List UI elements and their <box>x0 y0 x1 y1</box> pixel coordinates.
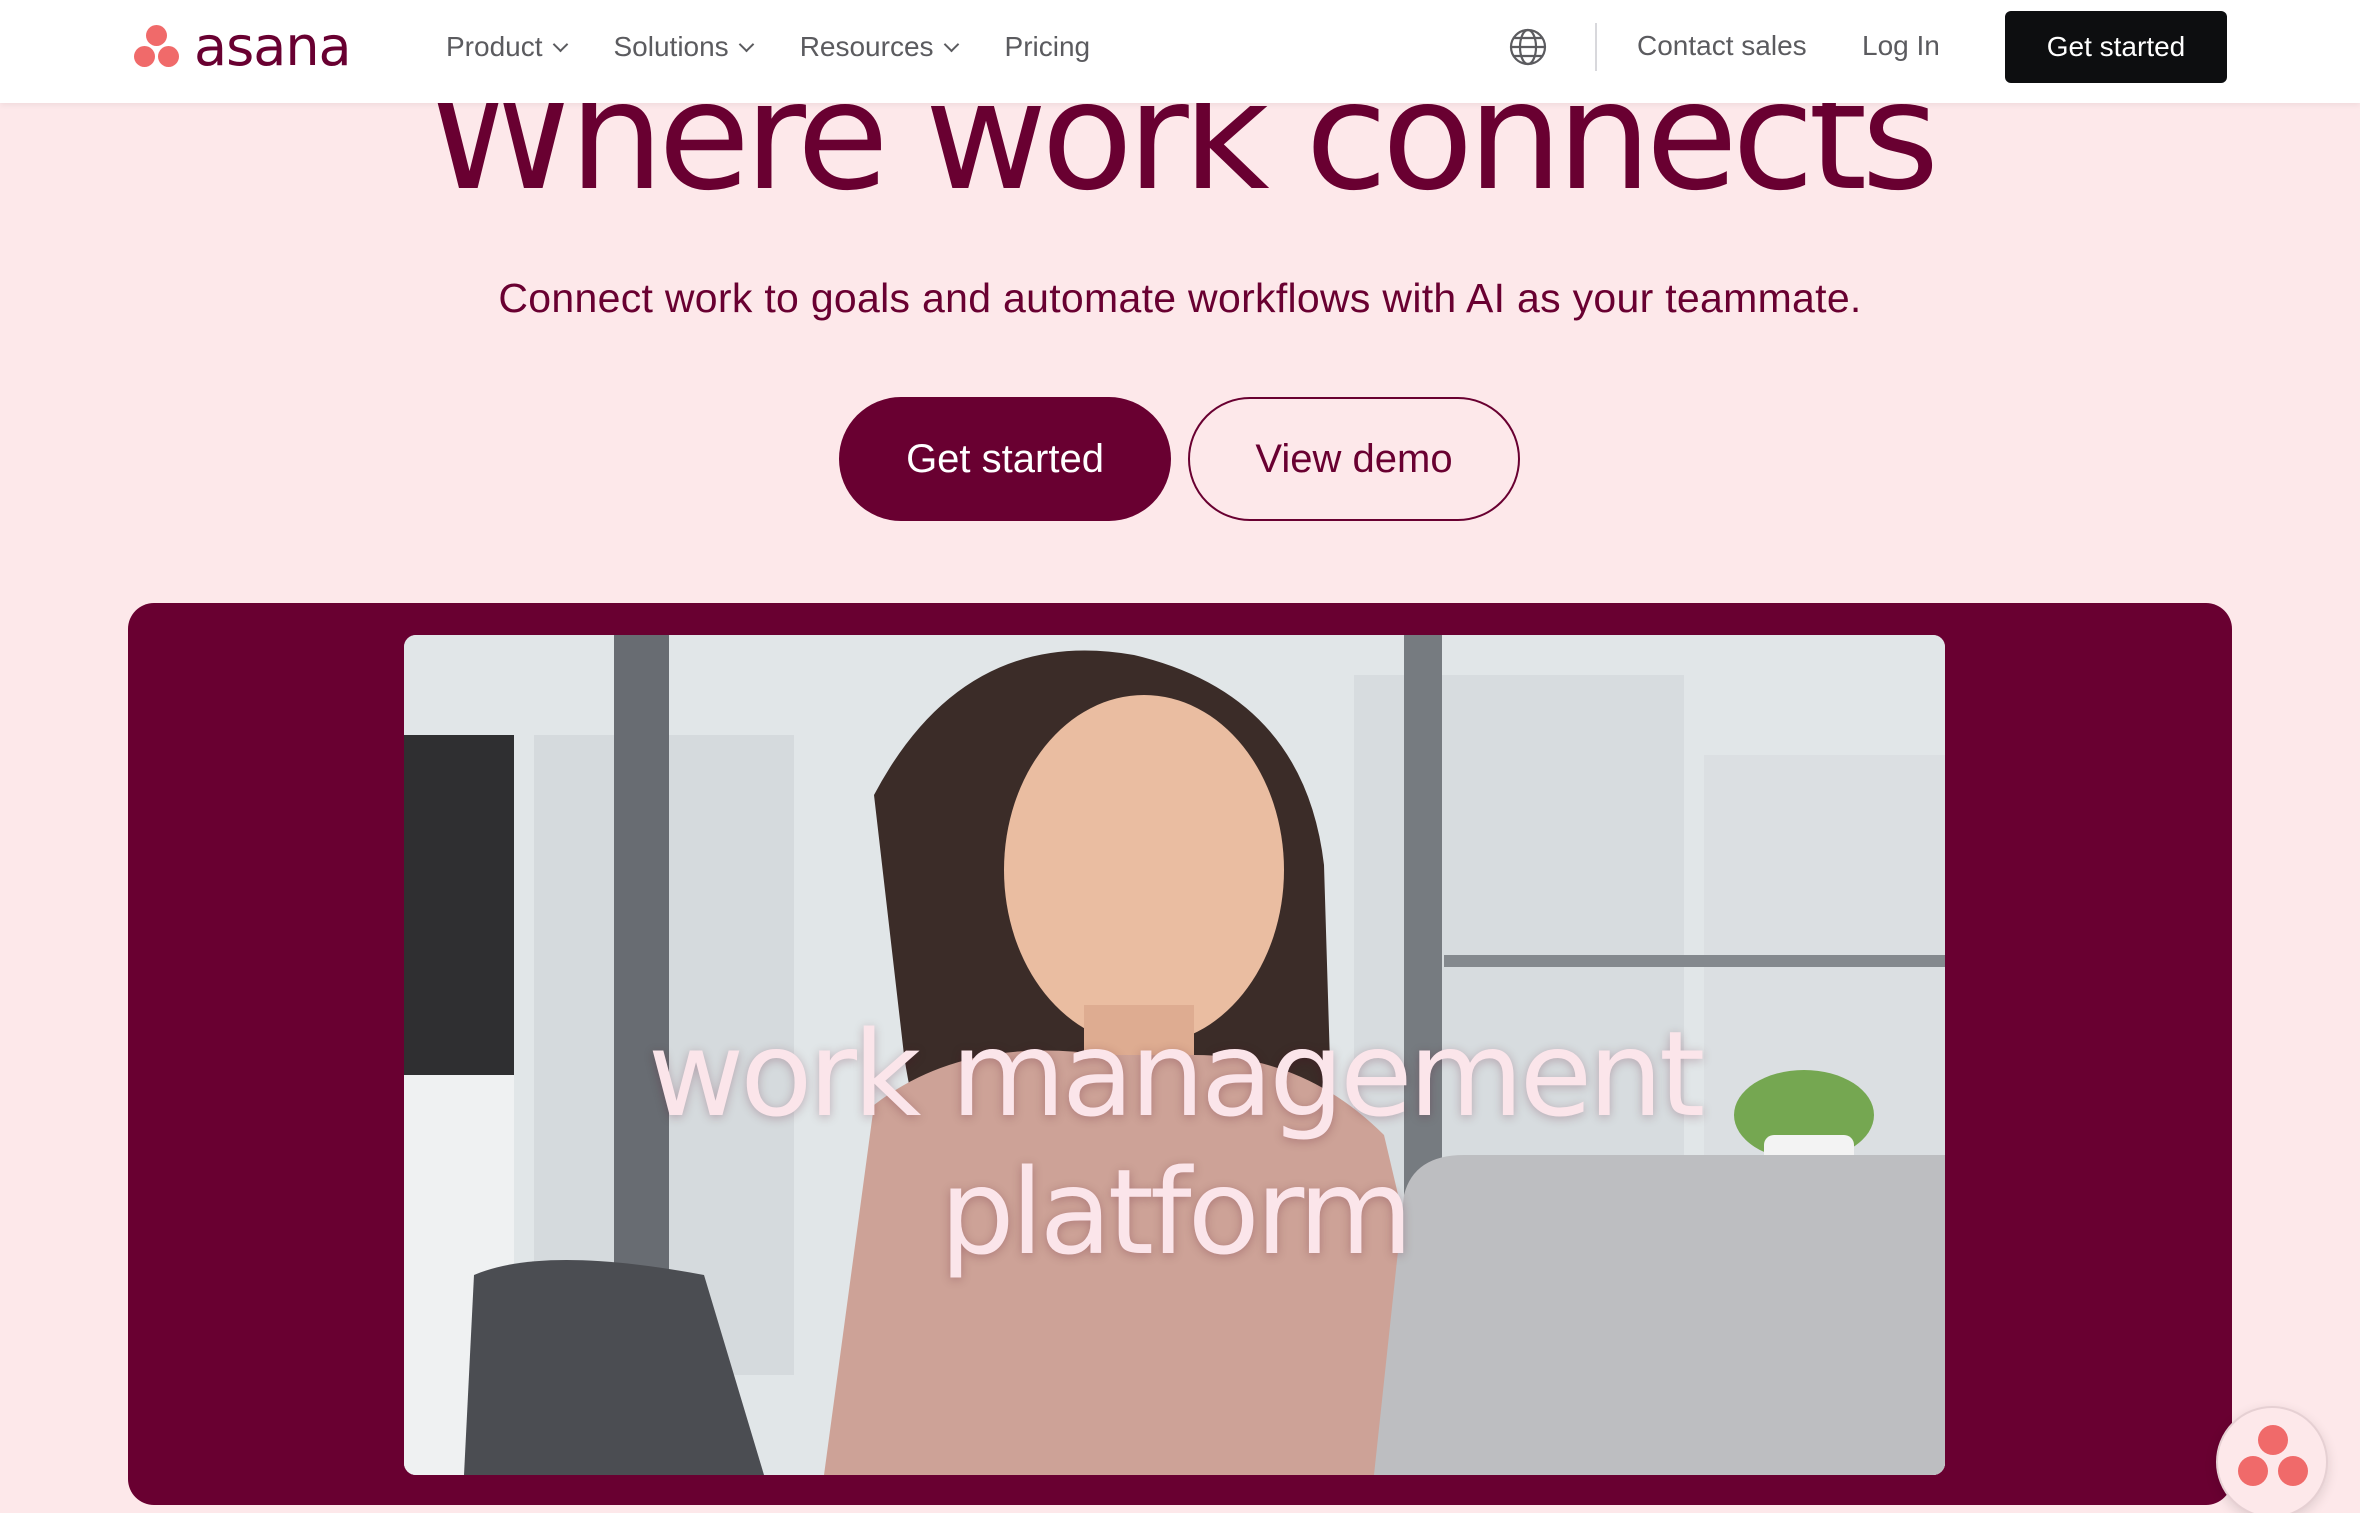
top-navbar: asana Product Solutions Resources Pricin… <box>0 0 2360 103</box>
login-link[interactable]: Log In <box>1862 30 1940 62</box>
nav-item-label: Solutions <box>613 31 729 62</box>
media-panel: work management platform <box>128 603 2232 1505</box>
chevron-down-icon <box>738 36 754 52</box>
globe-icon[interactable] <box>1508 27 1548 67</box>
chevron-down-icon <box>943 36 959 52</box>
view-demo-button[interactable]: View demo <box>1188 397 1520 521</box>
nav-item-product[interactable]: Product <box>446 31 568 63</box>
chevron-down-icon <box>552 36 568 52</box>
nav-item-label: Product <box>446 31 543 62</box>
asana-assistant-button[interactable] <box>2216 1406 2328 1513</box>
asana-logo[interactable]: asana <box>132 15 352 78</box>
nav-item-solutions[interactable]: Solutions <box>613 31 754 63</box>
asana-logo-dot <box>2238 1456 2268 1486</box>
hero-buttons: Get started View demo <box>839 397 1520 521</box>
nav-item-label: Resources <box>799 31 934 62</box>
nav-get-started-button[interactable]: Get started <box>2005 11 2227 83</box>
main-nav: Product Solutions Resources Pricing <box>446 25 1138 69</box>
asana-logo-dot <box>2278 1456 2308 1486</box>
nav-item-resources[interactable]: Resources <box>799 31 959 63</box>
video-caption: work management platform <box>647 1005 1706 1281</box>
hero-video[interactable]: work management platform <box>404 635 1945 1475</box>
asana-logo-dot <box>2258 1425 2288 1455</box>
nav-right-group: Contact sales Log In Get started <box>1460 0 2360 103</box>
logo-wordmark: asana <box>194 15 352 78</box>
get-started-button[interactable]: Get started <box>839 397 1171 521</box>
hero-subtitle: Connect work to goals and automate workf… <box>498 275 1862 321</box>
asana-logo-icon <box>132 24 182 70</box>
nav-item-label: Pricing <box>1004 31 1091 62</box>
nav-divider <box>1595 23 1597 71</box>
contact-sales-link[interactable]: Contact sales <box>1637 30 1807 62</box>
nav-item-pricing[interactable]: Pricing <box>1005 31 1091 63</box>
